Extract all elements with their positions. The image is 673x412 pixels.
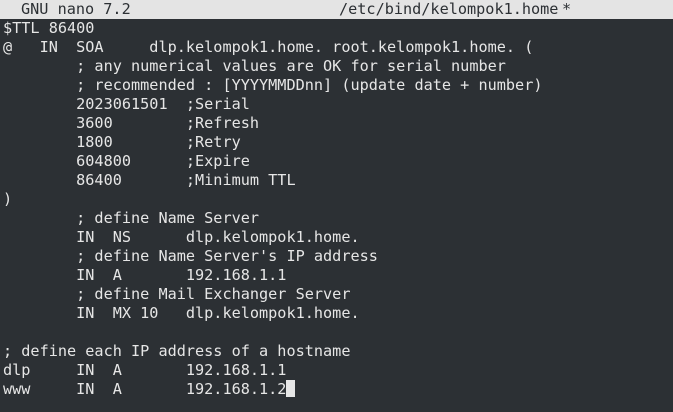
text-editor-area[interactable]: $TTL 86400 @ IN SOA dlp.kelompok1.home. …: [3, 19, 673, 412]
editor-line[interactable]: @ IN SOA dlp.kelompok1.home. root.kelomp…: [3, 38, 673, 57]
text-cursor: [286, 380, 296, 397]
editor-line[interactable]: IN MX 10 dlp.kelompok1.home.: [3, 304, 673, 323]
editor-line-text[interactable]: www IN A 192.168.1.2: [3, 380, 286, 398]
modified-indicator: *: [562, 0, 572, 18]
editor-line[interactable]: 1800 ;Retry: [3, 133, 673, 152]
editor-line[interactable]: 86400 ;Minimum TTL: [3, 171, 673, 190]
editor-line[interactable]: ; define Name Server's IP address: [3, 247, 673, 266]
editor-line[interactable]: ; recommended : [YYYYMMDDnn] (update dat…: [3, 76, 673, 95]
editor-line[interactable]: [3, 323, 673, 342]
editor-line[interactable]: IN A 192.168.1.1: [3, 266, 673, 285]
editor-line[interactable]: 604800 ;Expire: [3, 152, 673, 171]
editor-line[interactable]: ; define Mail Exchanger Server: [3, 285, 673, 304]
editor-line[interactable]: ; define Name Server: [3, 209, 673, 228]
editor-line[interactable]: ; define each IP address of a hostname: [3, 342, 673, 361]
editor-line[interactable]: ; any numerical values are OK for serial…: [3, 57, 673, 76]
editor-app-name: GNU nano 7.2: [21, 0, 131, 18]
editor-line[interactable]: 3600 ;Refresh: [3, 114, 673, 133]
editor-line[interactable]: dlp IN A 192.168.1.1: [3, 361, 673, 380]
editor-line[interactable]: $TTL 86400: [3, 19, 673, 38]
nano-title-bar: GNU nano 7.2 /etc/bind/kelompok1.home *: [0, 0, 673, 19]
editor-line-current[interactable]: www IN A 192.168.1.2: [3, 380, 673, 399]
editor-line[interactable]: IN NS dlp.kelompok1.home.: [3, 228, 673, 247]
editor-line[interactable]: ): [3, 190, 673, 209]
file-name: /etc/bind/kelompok1.home: [339, 0, 559, 18]
editor-line[interactable]: 2023061501 ;Serial: [3, 95, 673, 114]
